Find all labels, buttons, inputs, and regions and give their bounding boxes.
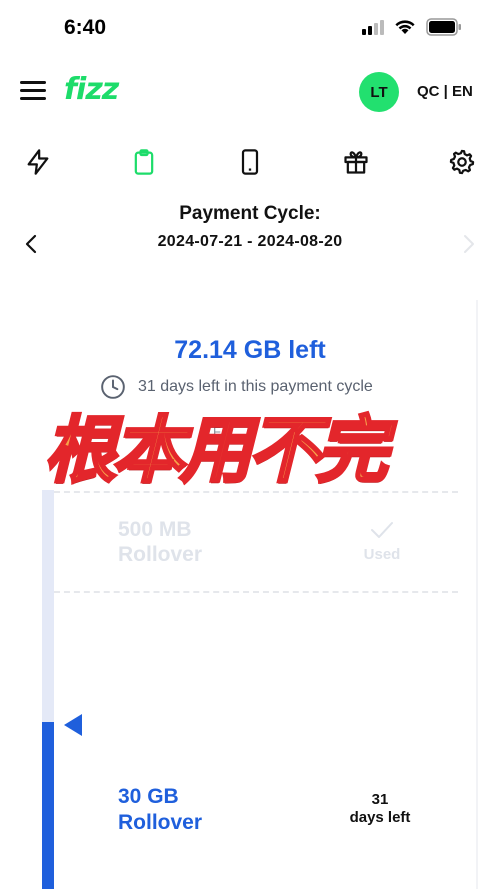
overlay-caption: 根本用不完 bbox=[43, 407, 390, 494]
tab-usage[interactable] bbox=[124, 142, 164, 182]
days-left-text: 31 days left in this payment cycle bbox=[138, 378, 373, 395]
next-cycle-button[interactable] bbox=[454, 229, 484, 259]
payment-cycle-title: Payment Cycle: bbox=[179, 203, 321, 224]
days-label: days left bbox=[349, 809, 411, 826]
days-number: 31 bbox=[371, 791, 389, 808]
rollover-timeline-fill bbox=[42, 722, 54, 889]
tab-plans[interactable] bbox=[18, 142, 58, 182]
lightning-icon bbox=[27, 149, 49, 175]
gift-icon bbox=[344, 151, 368, 174]
user-avatar[interactable]: LT bbox=[359, 72, 399, 112]
rollover-label: Rollover bbox=[118, 543, 203, 566]
used-label: Used bbox=[363, 546, 401, 563]
app-header: fizz LT QC | EN bbox=[0, 66, 500, 120]
fizz-logo: fizz bbox=[64, 72, 119, 107]
checkmark-icon bbox=[371, 522, 393, 538]
rollover-active-item: 30 GB Rollover bbox=[118, 784, 202, 836]
rollover-label: Rollover bbox=[118, 811, 203, 834]
divider bbox=[54, 591, 458, 593]
days-left-row: 31 days left in this payment cycle bbox=[100, 374, 373, 400]
wifi-icon bbox=[395, 20, 415, 34]
clipboard-icon bbox=[134, 149, 154, 175]
rollover-used-item: 500 MB Rollover bbox=[118, 517, 202, 567]
section-tabs bbox=[0, 142, 500, 182]
status-icons bbox=[362, 18, 462, 36]
used-status: Used bbox=[358, 520, 406, 563]
phone-icon bbox=[241, 149, 259, 175]
cellular-signal-icon bbox=[362, 19, 384, 35]
rollover-amount: 500 MB bbox=[118, 518, 192, 541]
status-bar: 6:40 bbox=[0, 0, 500, 58]
payment-cycle: Payment Cycle: 2024-07-21 - 2024-08-20 bbox=[0, 203, 500, 263]
chevron-right-icon bbox=[464, 235, 474, 253]
language-toggle[interactable]: QC | EN bbox=[417, 83, 473, 100]
timeline-pointer-icon bbox=[64, 714, 82, 736]
payment-cycle-dates: 2024-07-21 - 2024-08-20 bbox=[157, 233, 343, 250]
gear-icon bbox=[449, 149, 475, 175]
battery-icon bbox=[426, 18, 461, 36]
rollover-amount: 30 GB bbox=[118, 785, 179, 808]
status-time: 6:40 bbox=[64, 16, 107, 39]
data-left: 72.14 GB left bbox=[174, 336, 326, 364]
chevron-left-icon bbox=[25, 234, 37, 254]
tab-device[interactable] bbox=[230, 142, 270, 182]
rollover-days-left: 31 days left bbox=[340, 791, 420, 827]
previous-cycle-button[interactable] bbox=[16, 229, 46, 259]
hamburger-menu-icon[interactable] bbox=[20, 80, 46, 102]
tab-rewards[interactable] bbox=[336, 142, 376, 182]
tab-settings[interactable] bbox=[442, 142, 482, 182]
clock-icon bbox=[101, 375, 125, 399]
